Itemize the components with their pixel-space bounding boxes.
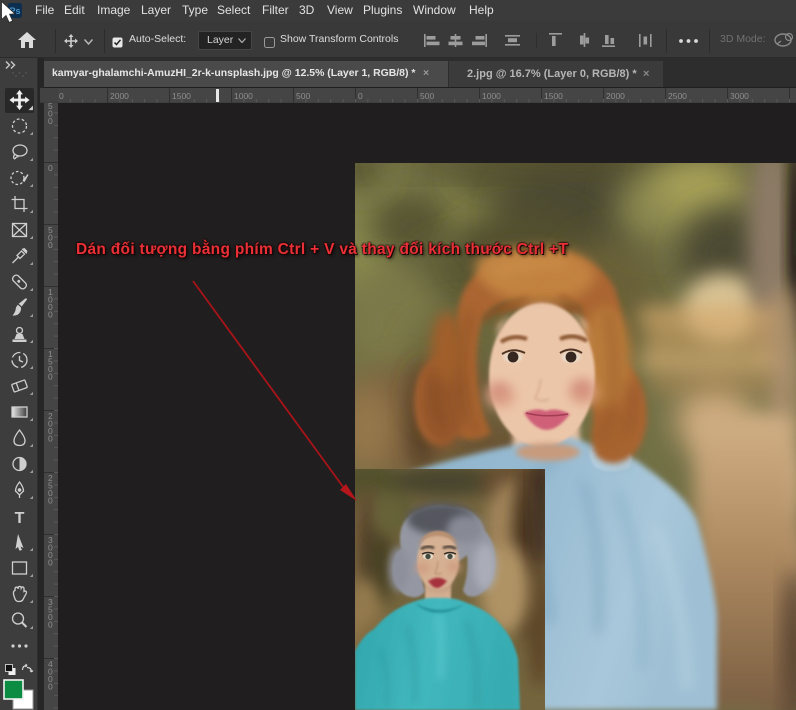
svg-text:1000: 1000 <box>48 287 53 320</box>
svg-text:500: 500 <box>48 103 53 126</box>
svg-text:2000: 2000 <box>48 411 53 444</box>
svg-text:1500: 1500 <box>48 349 53 382</box>
svg-text:500: 500 <box>296 91 310 101</box>
svg-text:T: T <box>15 510 25 527</box>
svg-text:0: 0 <box>48 163 53 173</box>
svg-text:3500: 3500 <box>48 597 53 630</box>
svg-text:2500: 2500 <box>48 473 53 506</box>
svg-text:500: 500 <box>48 225 53 250</box>
svg-text:4000: 4000 <box>48 659 53 692</box>
svg-text:0: 0 <box>59 91 64 101</box>
svg-text:500: 500 <box>420 91 434 101</box>
svg-text:3000: 3000 <box>48 535 53 568</box>
svg-text:0: 0 <box>358 91 363 101</box>
